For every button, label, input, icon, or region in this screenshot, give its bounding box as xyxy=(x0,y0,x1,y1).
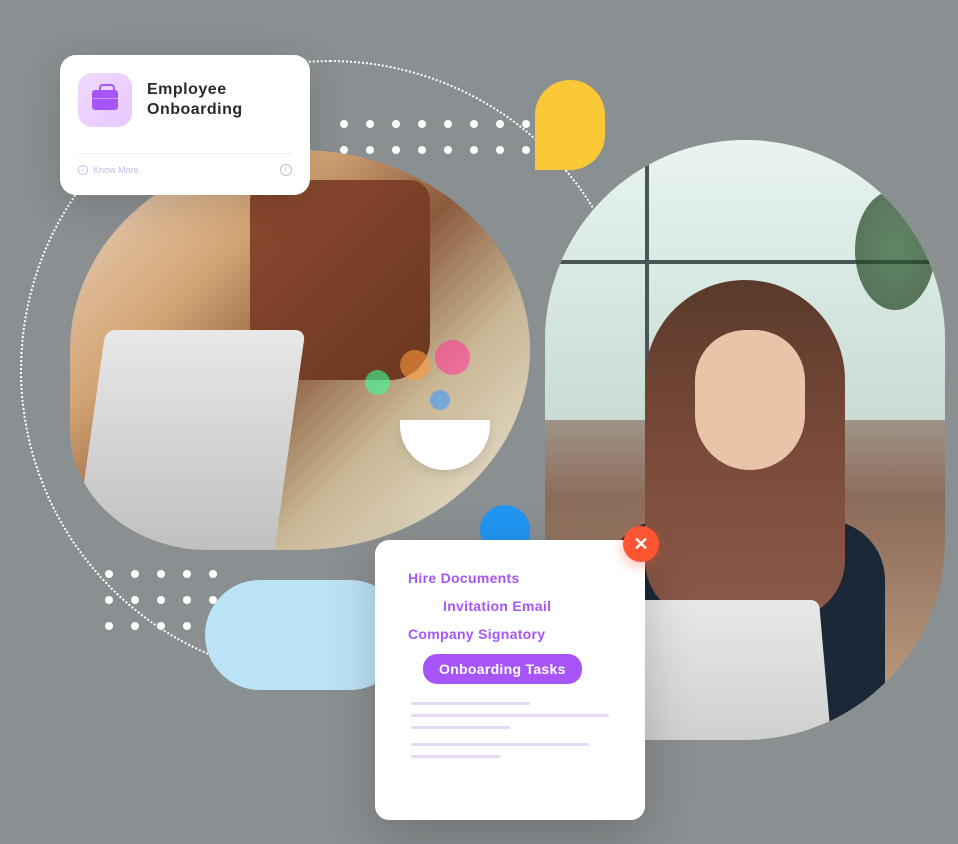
close-icon: ✕ xyxy=(633,534,648,555)
employee-onboarding-card[interactable]: Employee Onboarding i Know More xyxy=(60,55,310,195)
dot-grid-left xyxy=(105,570,217,630)
close-button[interactable]: ✕ xyxy=(623,526,659,562)
know-more-link[interactable]: i Know More xyxy=(78,165,139,175)
know-more-label: Know More xyxy=(93,165,139,175)
history-icon[interactable] xyxy=(280,164,292,176)
doc-item-company-signatory[interactable]: Company Signatory xyxy=(408,626,617,642)
briefcase-icon-box xyxy=(78,73,132,127)
briefcase-icon xyxy=(92,90,118,110)
document-text-lines xyxy=(403,702,617,758)
image-left-laptop-desk xyxy=(70,150,530,550)
doc-item-invitation-email[interactable]: Invitation Email xyxy=(443,598,617,614)
dot-grid-top xyxy=(340,120,530,154)
card-title: Employee Onboarding xyxy=(147,80,243,120)
doc-item-hire-documents[interactable]: Hire Documents xyxy=(408,570,617,586)
onboarding-tasks-pill[interactable]: Onboarding Tasks xyxy=(423,654,582,684)
onboarding-document-card: ✕ Hire Documents Invitation Email Compan… xyxy=(375,540,645,820)
info-icon: i xyxy=(78,165,88,175)
